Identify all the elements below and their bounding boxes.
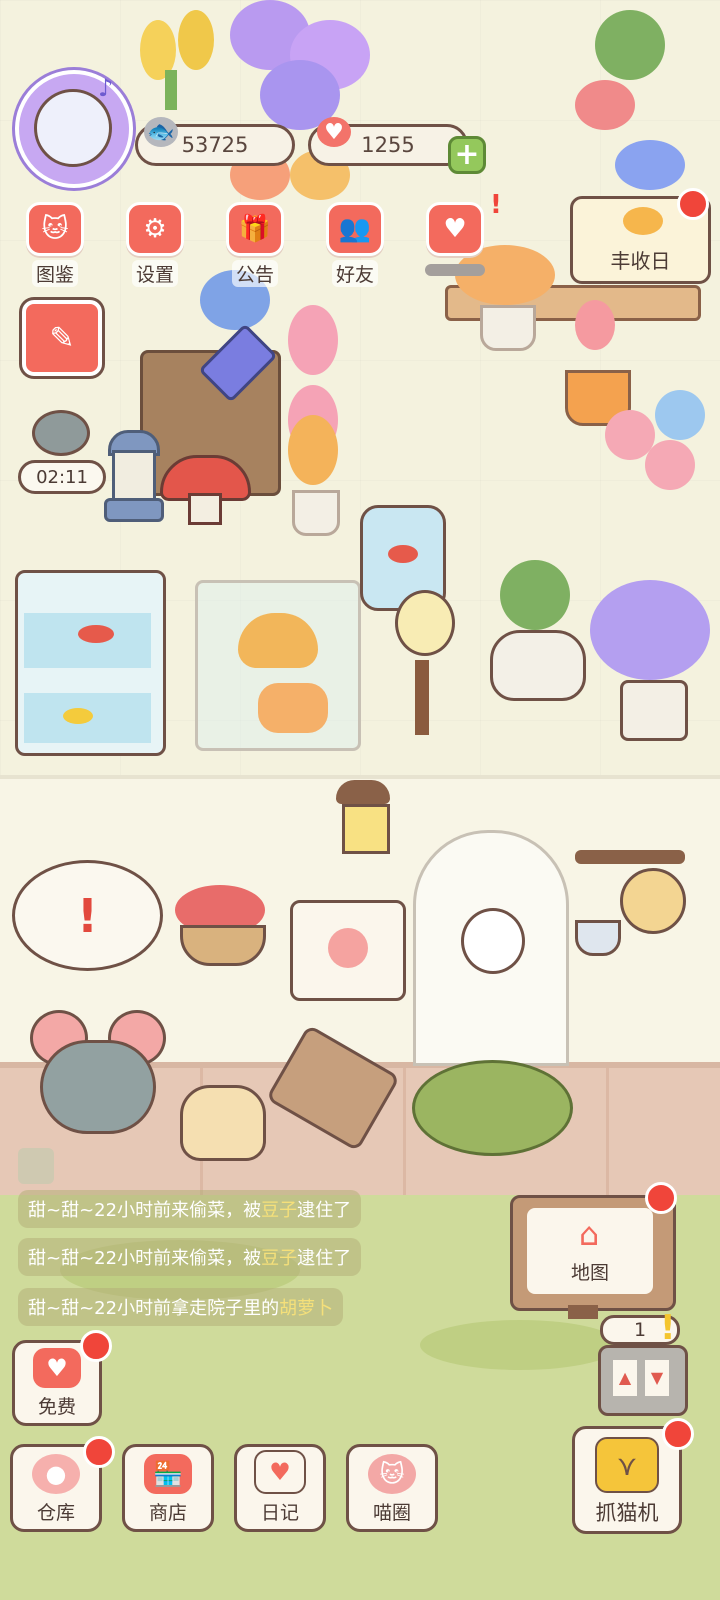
- mushroom-lamp[interactable]: [160, 455, 251, 525]
- chat-highlight: 胡萝卜: [279, 1298, 334, 1319]
- pencil-icon: ✎: [49, 320, 75, 356]
- chat-message: 甜~甜~22小时前拿走院子里的 胡萝卜: [18, 1288, 344, 1326]
- heart-currency-pill[interactable]: ♥ 1255: [308, 117, 468, 166]
- chat-text: 甜~甜~22小时前来偷菜，被: [28, 1248, 262, 1269]
- camp-lantern[interactable]: [100, 430, 164, 522]
- top-menu: 🐱 图鉴 ⚙ 设置 🎁 公告 👥 好友 ♥: [16, 202, 494, 287]
- gift-icon: 🎁: [226, 202, 284, 256]
- sign-post: [568, 1305, 598, 1319]
- message-bar: [425, 264, 485, 276]
- arched-window: [413, 830, 569, 1066]
- chat-text: 逮住了: [297, 1248, 352, 1269]
- mouse-icon: [32, 410, 90, 456]
- hanging-basket[interactable]: [165, 845, 275, 966]
- grass-patch: [420, 1320, 620, 1370]
- nav-label: 仓库: [36, 1502, 75, 1524]
- menu-item-friends[interactable]: 👥 好友: [316, 202, 394, 287]
- chat-message: 甜~甜~22小时前来偷菜，被 豆子 逮住了: [18, 1190, 362, 1228]
- hydrangea-plant[interactable]: [230, 0, 370, 130]
- chat-highlight: 豆子: [261, 1200, 298, 1221]
- fish-currency-pill[interactable]: 🐟 53725: [135, 117, 295, 166]
- gear-icon: ⚙: [126, 202, 184, 256]
- menu-label: 好友: [331, 260, 378, 287]
- menu-label: 设置: [131, 260, 178, 287]
- nav-meow-circle[interactable]: 🐱 喵圈: [346, 1444, 438, 1532]
- chat-toggle-icon[interactable]: [18, 1148, 54, 1184]
- cat-planter[interactable]: [490, 560, 586, 701]
- map-label: 地图: [570, 1262, 609, 1284]
- arrow-down-icon: ▼: [645, 1360, 669, 1396]
- nav-label: 日记: [260, 1502, 299, 1524]
- morning-glory-plant[interactable]: [605, 390, 705, 500]
- hyacinth-plants[interactable]: [280, 305, 346, 536]
- add-currency-button[interactable]: +: [448, 136, 486, 174]
- map-badge: [645, 1182, 677, 1214]
- claw-badge: [662, 1418, 694, 1450]
- visitor-mouse-timer[interactable]: [18, 410, 98, 462]
- hanging-vine-plant[interactable]: [575, 0, 695, 200]
- menu-item-collection[interactable]: 🐱 图鉴: [16, 202, 94, 287]
- diary-icon: ♥: [254, 1450, 306, 1494]
- alert-speech-bubble[interactable]: !: [12, 860, 163, 971]
- chat-text: 甜~甜~22小时前拿走院子里的: [28, 1298, 280, 1319]
- clover-rug[interactable]: [412, 1060, 573, 1156]
- tulip-bouquet[interactable]: [130, 0, 230, 110]
- menu-item-settings[interactable]: ⚙ 设置: [116, 202, 194, 287]
- arrow-up-icon: ▲: [613, 1360, 637, 1396]
- cat-book-icon: 🐱: [26, 202, 84, 256]
- menu-label: 公告: [231, 260, 278, 287]
- claw-icon: ⋎: [595, 1437, 659, 1493]
- fish-count: 53725: [181, 133, 249, 157]
- exclamation-icon: !: [660, 1308, 676, 1348]
- heart-message-icon: ♥: [426, 202, 484, 256]
- free-badge: [80, 1330, 112, 1362]
- free-label: 免费: [37, 1396, 76, 1418]
- heart-icon: ♥: [317, 117, 351, 147]
- blue-flower-vase[interactable]: [198, 270, 278, 403]
- chat-message: 甜~甜~22小时前来偷菜，被 豆子 逮住了: [18, 1238, 362, 1276]
- heart-count: 1255: [361, 133, 415, 157]
- hanging-tools[interactable]: [575, 850, 695, 960]
- cat-planet-icon: 🐱: [368, 1454, 416, 1494]
- menu-label: 图鉴: [31, 260, 78, 287]
- claw-label: 抓猫机: [595, 1501, 659, 1525]
- seed-sack[interactable]: [180, 1085, 266, 1161]
- calendar-edit-button[interactable]: ✎: [22, 300, 102, 376]
- fish-tank-left[interactable]: [15, 570, 166, 756]
- menu-item-messages[interactable]: ♥: [416, 202, 494, 287]
- harvest-label: 丰收日: [610, 249, 671, 273]
- fish-icon: 🐟: [144, 117, 178, 147]
- house-icon: ⌂: [578, 1215, 600, 1253]
- flower-sign[interactable]: [290, 900, 406, 1001]
- thief-mouse-character[interactable]: [30, 1010, 166, 1134]
- music-note-icon: ♪: [98, 74, 114, 102]
- wall-lantern[interactable]: [330, 770, 396, 866]
- cockatiel-perch[interactable]: [385, 590, 475, 740]
- nav-label: 商店: [148, 1502, 187, 1524]
- harvest-icon: [623, 207, 663, 235]
- chat-text: 逮住了: [297, 1200, 352, 1221]
- nav-label: 喵圈: [372, 1502, 411, 1524]
- chat-highlight: 豆子: [261, 1248, 298, 1269]
- exclamation-icon: !: [490, 190, 502, 220]
- heart-icon: ♥: [33, 1348, 81, 1388]
- chat-text: 甜~甜~22小时前来偷菜，被: [28, 1200, 262, 1221]
- teru-teru-bozu[interactable]: [461, 908, 525, 974]
- nav-shop[interactable]: 🏪 商店: [122, 1444, 214, 1532]
- pansy-urn[interactable]: [590, 520, 710, 741]
- friends-icon: 👥: [326, 202, 384, 256]
- countdown-timer: 02:11: [18, 460, 106, 494]
- map-button[interactable]: ⌂ 地图: [510, 1195, 676, 1311]
- storage-box-icon: ●: [32, 1454, 80, 1494]
- menu-item-announcement[interactable]: 🎁 公告: [216, 202, 294, 287]
- warehouse-badge: [83, 1436, 115, 1468]
- slot-machine-button[interactable]: ▲ ▼: [598, 1345, 688, 1416]
- hamster-cage[interactable]: [195, 580, 361, 751]
- nav-diary[interactable]: ♥ 日记: [234, 1444, 326, 1532]
- harvest-badge: [677, 188, 709, 220]
- shop-icon: 🏪: [144, 1454, 192, 1494]
